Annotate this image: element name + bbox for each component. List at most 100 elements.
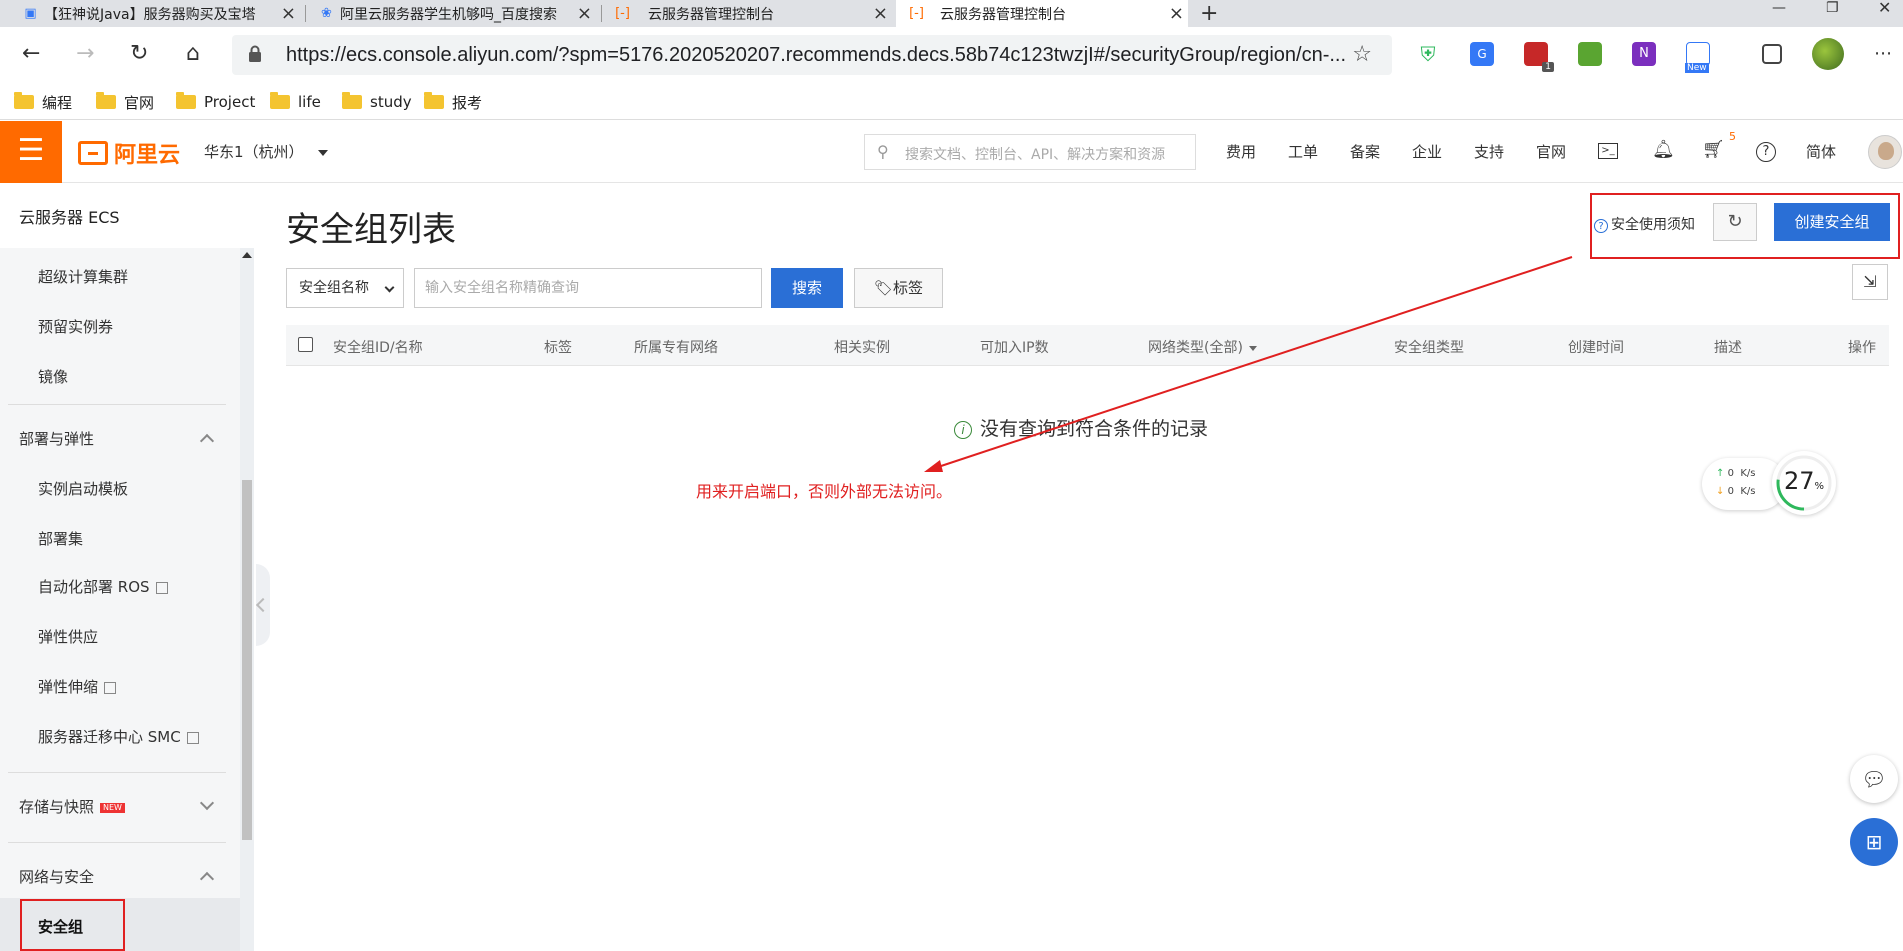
sidebar-title: 云服务器 ECS xyxy=(19,208,120,227)
bookmark-folder[interactable]: 官网 xyxy=(96,90,154,114)
column-header-created: 创建时间 xyxy=(1568,340,1624,356)
printer-extension-icon[interactable] xyxy=(1578,42,1602,66)
reload-icon[interactable]: ↻ xyxy=(130,41,148,66)
cart-icon[interactable]: 🛒︎ xyxy=(1702,139,1725,160)
chat-float-button[interactable]: 💬︎ xyxy=(1850,755,1898,803)
sidebar-item-hpc[interactable]: 超级计算集群 xyxy=(38,266,128,287)
chevron-down-icon[interactable] xyxy=(199,795,215,811)
gauge-percent-sign: % xyxy=(1814,481,1825,492)
topnav-icp[interactable]: 备案 xyxy=(1350,141,1380,162)
scrollbar-thumb[interactable] xyxy=(242,480,252,840)
chevron-up-icon[interactable] xyxy=(199,433,215,449)
browser-tab-3[interactable]: [-] 云服务器管理控制台 × xyxy=(614,0,892,27)
topnav-tickets[interactable]: 工单 xyxy=(1288,141,1318,162)
tab-title: 云服务器管理控制台 xyxy=(940,6,1066,23)
caret-down-icon xyxy=(1248,345,1257,351)
collections-icon[interactable] xyxy=(1762,44,1782,64)
upload-value: 0 xyxy=(1727,468,1734,479)
home-icon[interactable]: ⌂ xyxy=(186,41,200,66)
language-switch[interactable]: 简体 xyxy=(1806,141,1836,162)
refresh-button[interactable]: ↻ xyxy=(1713,203,1757,241)
browser-tab-2[interactable]: ❀ 阿里云服务器学生机够吗_百度搜索 × xyxy=(318,0,596,27)
apps-float-button[interactable]: ⊞ xyxy=(1850,818,1898,866)
tab-separator xyxy=(601,5,602,22)
topnav-enterprise[interactable]: 企业 xyxy=(1412,141,1442,162)
bookmark-folder[interactable]: study xyxy=(342,90,412,114)
tag-filter-button[interactable]: 🏷︎标签 xyxy=(854,268,943,308)
sidebar-group-network-security[interactable]: 网络与安全 xyxy=(19,866,94,887)
shield-extension-icon[interactable]: ⛨ xyxy=(1416,42,1440,66)
close-icon[interactable]: × xyxy=(281,3,296,24)
sidebar-scrollbar[interactable] xyxy=(240,248,254,951)
sidebar-item-elastic-supply[interactable]: 弹性供应 xyxy=(38,626,98,647)
filter-field-select[interactable]: 安全组名称 xyxy=(286,268,404,308)
sidebar-item-launch-template[interactable]: 实例启动模板 xyxy=(38,478,128,499)
bell-icon[interactable]: 🔔︎ xyxy=(1652,139,1675,160)
sidebar-item-deployment-set[interactable]: 部署集 xyxy=(38,528,83,549)
minimize-icon[interactable]: — xyxy=(1772,0,1786,16)
sidebar-menu: 超级计算集群 预留实例券 镜像 部署与弹性 实例启动模板 部署集 自动化部署 R… xyxy=(0,248,240,951)
console-topbar: ☰ 阿里云 华东1（杭州） ⚲ 搜索文档、控制台、API、解决方案和资源 费用 … xyxy=(0,121,1903,183)
new-tab-button[interactable]: + xyxy=(1200,0,1218,27)
onenote-extension-icon[interactable]: N xyxy=(1632,42,1656,66)
security-group-name-input[interactable]: 输入安全组名称精确查询 xyxy=(414,268,762,308)
region-selector[interactable]: 华东1（杭州） xyxy=(204,141,328,162)
url-bar[interactable]: https://ecs.console.aliyun.com/?spm=5176… xyxy=(232,35,1392,75)
forward-icon[interactable]: → xyxy=(76,41,94,66)
window-close-icon[interactable]: ✕ xyxy=(1878,0,1891,16)
ecs-sidebar: 云服务器 ECS 超级计算集群 预留实例券 镜像 部署与弹性 实例启动模板 部署… xyxy=(0,184,256,951)
sidebar-group-deployment[interactable]: 部署与弹性 xyxy=(19,428,94,449)
mail-extension-icon[interactable]: 1 xyxy=(1524,42,1554,72)
folder-icon xyxy=(424,92,444,109)
sidebar-item-autoscaling[interactable]: 弹性伸缩 xyxy=(38,676,117,697)
external-link-icon xyxy=(186,731,199,744)
close-icon[interactable]: × xyxy=(577,3,592,24)
terminal-icon[interactable]: >_ xyxy=(1598,143,1618,159)
avatar[interactable] xyxy=(1868,135,1902,169)
restore-icon[interactable]: ❐ xyxy=(1826,0,1839,16)
aliyun-logo[interactable]: 阿里云 xyxy=(78,137,180,169)
annotation-text: 用来开启端口，否则外部无法访问。 xyxy=(696,482,953,501)
baidu-paw-icon: ❀ xyxy=(321,6,332,21)
bookmark-folder[interactable]: life xyxy=(270,90,321,114)
hamburger-menu-icon[interactable]: ☰ xyxy=(0,121,62,183)
bookmark-folder[interactable]: Project xyxy=(176,90,255,114)
bookmark-folder[interactable]: 编程 xyxy=(14,90,72,114)
topnav-official-site[interactable]: 官网 xyxy=(1536,141,1566,162)
bookmark-star-icon[interactable]: ☆ xyxy=(1352,42,1372,67)
sidebar-group-storage[interactable]: 存储与快照 NEW xyxy=(19,796,125,817)
column-header-network-type[interactable]: 网络类型(全部) xyxy=(1148,337,1257,357)
search-button[interactable]: 搜索 xyxy=(771,268,843,308)
profile-avatar-icon[interactable] xyxy=(1812,38,1844,70)
topnav-support[interactable]: 支持 xyxy=(1474,141,1504,162)
close-icon[interactable]: × xyxy=(1169,3,1184,24)
sidebar-item-images[interactable]: 镜像 xyxy=(38,366,68,387)
download-speed: ↓ 0 K/s xyxy=(1716,486,1755,497)
sidebar-collapse-handle[interactable] xyxy=(256,564,270,646)
column-header-id-name[interactable]: 安全组ID/名称 xyxy=(333,337,423,357)
close-icon[interactable]: × xyxy=(873,3,888,24)
sidebar-item-ros[interactable]: 自动化部署 ROS xyxy=(38,576,168,597)
create-security-group-button[interactable]: 创建安全组 xyxy=(1774,203,1890,241)
chevron-up-icon[interactable] xyxy=(199,871,215,887)
help-icon[interactable]: ? xyxy=(1756,142,1776,162)
select-all-checkbox[interactable] xyxy=(298,337,313,352)
bookmark-label: 报考 xyxy=(452,93,483,112)
screenshot-extension-icon[interactable]: New xyxy=(1685,42,1710,73)
topnav-fees[interactable]: 费用 xyxy=(1226,141,1256,162)
back-icon[interactable]: ← xyxy=(22,41,40,66)
scroll-up-arrow-icon[interactable] xyxy=(242,252,252,258)
sidebar-item-smc[interactable]: 服务器迁移中心 SMC xyxy=(38,726,199,747)
memory-gauge[interactable]: 27% xyxy=(1772,451,1836,515)
more-menu-icon[interactable]: ⋯ xyxy=(1874,43,1892,64)
export-button[interactable]: ⇲ xyxy=(1852,264,1888,300)
browser-tab-1[interactable]: ▣ 【狂神说Java】服务器购买及宝塔 × xyxy=(22,0,300,27)
search-placeholder: 搜索文档、控制台、API、解决方案和资源 xyxy=(905,147,1166,163)
browser-tab-4-active[interactable]: [-] 云服务器管理控制台 × xyxy=(896,0,1188,27)
sidebar-item-label: 弹性伸缩 xyxy=(38,678,99,696)
security-notice-link[interactable]: ? 安全使用须知 xyxy=(1594,214,1695,234)
console-search-input[interactable]: ⚲ 搜索文档、控制台、API、解决方案和资源 xyxy=(864,134,1196,170)
sidebar-item-reserved-instances[interactable]: 预留实例券 xyxy=(38,316,113,337)
bookmark-folder[interactable]: 报考 xyxy=(424,90,482,114)
translate-extension-icon[interactable]: G xyxy=(1470,42,1494,66)
